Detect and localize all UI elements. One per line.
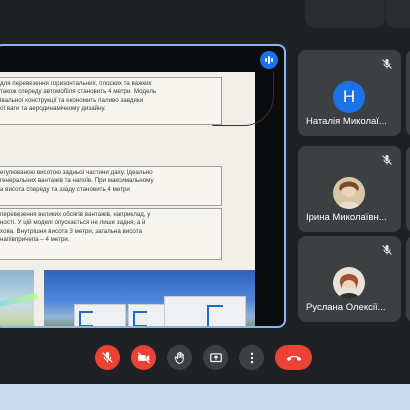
slide-text-3: перевезення великих обсягів вантажів, на… xyxy=(0,211,151,244)
more-options-button[interactable] xyxy=(239,345,264,370)
avatar xyxy=(333,267,365,299)
slide-text-1: для перевезення горизонтальних, плоских … xyxy=(0,80,157,113)
participant-name: Руслана Олексії... xyxy=(306,302,386,313)
mic-off-icon xyxy=(102,352,113,363)
mic-off-icon xyxy=(379,56,395,72)
raise-hand-icon xyxy=(174,351,184,364)
end-call-icon xyxy=(286,355,301,361)
avatar xyxy=(333,177,365,209)
truck-3 xyxy=(164,296,246,326)
presentation-tile[interactable]: для перевезення горизонтальних, плоских … xyxy=(0,44,286,328)
participant-name: Наталія Миколаї... xyxy=(306,116,387,127)
participant-tile-edge-3[interactable] xyxy=(406,236,410,322)
participant-tile-1[interactable]: Н Наталія Миколаї... xyxy=(298,50,401,136)
slide-photo-road xyxy=(0,270,39,326)
top-strip xyxy=(0,0,410,40)
presentation-slide: для перевезення горизонтальних, плоских … xyxy=(0,72,274,326)
top-blob-2 xyxy=(386,0,410,28)
present-screen-icon xyxy=(209,352,222,362)
mic-toggle-button[interactable] xyxy=(95,345,120,370)
slide-text-block-2: егулюваною висотою задньої частини даху.… xyxy=(0,166,222,206)
participant-name: Ірина Миколаївн... xyxy=(306,212,387,223)
slide-text-2: егулюваною висотою задньої частини даху.… xyxy=(0,169,154,193)
participant-tile-edge-2[interactable] xyxy=(406,146,410,232)
avatar: Н xyxy=(333,81,365,113)
participant-tile-2[interactable]: Ірина Миколаївн... xyxy=(298,146,401,232)
slide-text-block-3: перевезення великих обсягів вантажів, на… xyxy=(0,208,222,260)
camera-off-icon xyxy=(137,351,150,364)
slide-text-block-1: для перевезення горизонтальних, плоских … xyxy=(0,77,222,125)
taskbar-strip xyxy=(0,384,410,410)
end-call-button[interactable] xyxy=(275,345,312,370)
top-blob xyxy=(305,0,385,28)
present-button[interactable] xyxy=(203,345,228,370)
more-vert-icon xyxy=(250,352,253,363)
participant-tile-edge-1[interactable] xyxy=(406,50,410,136)
camera-toggle-button[interactable] xyxy=(131,345,156,370)
truck-1 xyxy=(74,304,126,326)
mic-off-icon xyxy=(379,242,395,258)
participant-tile-3[interactable]: Руслана Олексії... xyxy=(298,236,401,322)
raise-hand-button[interactable] xyxy=(167,345,192,370)
mic-off-icon xyxy=(379,152,395,168)
speaking-indicator-icon xyxy=(260,51,278,69)
slide-photo-trucks xyxy=(44,270,255,326)
